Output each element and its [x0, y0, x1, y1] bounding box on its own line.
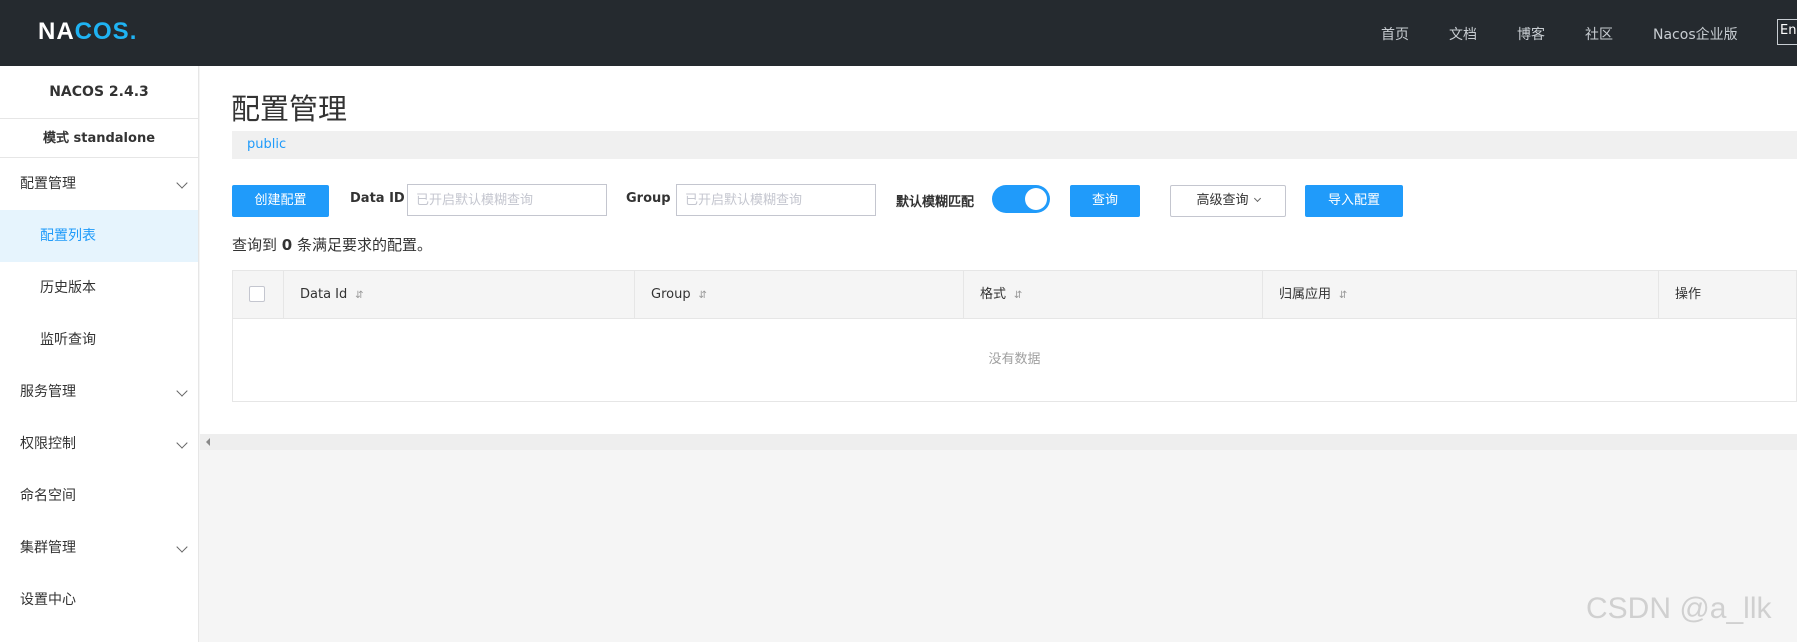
sidebar-item-config-list[interactable]: 配置列表 — [0, 210, 198, 262]
sort-icon[interactable]: ⇵ — [699, 290, 707, 301]
sidebar-item-history[interactable]: 历史版本 — [0, 262, 198, 314]
sort-icon[interactable]: ⇵ — [1014, 290, 1022, 301]
toggle-knob — [1025, 188, 1047, 210]
sidebar-item-service-management[interactable]: 服务管理 — [0, 366, 198, 418]
sidebar: NACOS 2.4.3 模式 standalone 配置管理 配置列表 历史版本… — [0, 66, 199, 642]
group-label: Group — [626, 191, 671, 206]
column-header-label: Data Id — [300, 287, 348, 302]
sidebar-item-access-control[interactable]: 权限控制 — [0, 418, 198, 470]
column-header-app[interactable]: 归属应用 ⇵ — [1262, 271, 1658, 318]
nav-blog[interactable]: 博客 — [1517, 24, 1545, 44]
chevron-down-icon — [176, 385, 188, 397]
column-header-label: 归属应用 — [1279, 287, 1332, 302]
chevron-down-icon — [1253, 194, 1261, 203]
chevron-down-icon — [176, 437, 188, 449]
chevron-down-icon — [176, 541, 188, 553]
result-suffix: 条满足要求的配置。 — [297, 236, 433, 254]
sidebar-item-label: 权限控制 — [20, 436, 76, 452]
logo-dot: . — [129, 18, 138, 45]
sidebar-item-label: 监听查询 — [40, 332, 96, 348]
advanced-query-label: 高级查询 — [1196, 193, 1249, 208]
result-summary: 查询到 0 条满足要求的配置。 — [232, 234, 432, 255]
table-header: Data Id ⇵ Group ⇵ 格式 ⇵ 归属应用 ⇵ 操作 — [233, 271, 1796, 319]
version-label: NACOS 2.4.3 — [0, 66, 198, 119]
scroll-left-arrow-icon[interactable] — [206, 438, 210, 446]
nav-enterprise[interactable]: Nacos企业版 — [1653, 24, 1738, 44]
select-all-checkbox[interactable] — [249, 286, 265, 302]
column-header-label: 格式 — [980, 287, 1007, 302]
namespace-bar: public — [232, 131, 1797, 159]
sidebar-item-label: 配置管理 — [20, 176, 76, 192]
dataid-search-input[interactable] — [407, 184, 607, 216]
sidebar-item-config-management[interactable]: 配置管理 — [0, 158, 198, 210]
group-search-input[interactable] — [676, 184, 876, 216]
result-prefix: 查询到 — [232, 236, 278, 254]
page-title: 配置管理 — [231, 92, 348, 126]
query-button[interactable]: 查询 — [1070, 185, 1140, 217]
advanced-query-button[interactable]: 高级查询 — [1170, 185, 1286, 217]
sidebar-item-label: 服务管理 — [20, 384, 76, 400]
sort-icon[interactable]: ⇵ — [1339, 290, 1347, 301]
sidebar-item-label: 集群管理 — [20, 540, 76, 556]
sidebar-item-namespace[interactable]: 命名空间 — [0, 470, 198, 522]
nav-community[interactable]: 社区 — [1585, 24, 1613, 44]
nacos-logo[interactable]: NACOS. — [38, 18, 137, 46]
namespace-public-link[interactable]: public — [247, 137, 286, 152]
column-header-label: Group — [651, 287, 691, 302]
sidebar-item-label: 命名空间 — [20, 488, 76, 504]
logo-text-1: NA — [38, 18, 75, 45]
horizontal-scrollbar[interactable] — [200, 434, 1797, 450]
fuzzy-match-label: 默认模糊匹配 — [896, 195, 975, 210]
config-table: Data Id ⇵ Group ⇵ 格式 ⇵ 归属应用 ⇵ 操作 没有数据 — [232, 270, 1797, 402]
sidebar-item-cluster-management[interactable]: 集群管理 — [0, 522, 198, 574]
sidebar-item-label: 配置列表 — [40, 228, 96, 244]
empty-state: 没有数据 — [988, 352, 1041, 367]
sidebar-item-label: 历史版本 — [40, 280, 96, 296]
logo-text-2: COS — [74, 18, 130, 45]
column-header-format[interactable]: 格式 ⇵ — [963, 271, 1262, 318]
result-count: 0 — [281, 236, 293, 254]
top-header: NACOS. 首页 文档 博客 社区 Nacos企业版 En — [0, 0, 1797, 66]
sidebar-item-listener-query[interactable]: 监听查询 — [0, 314, 198, 366]
dataid-label: Data ID — [350, 191, 405, 206]
column-header-actions: 操作 — [1658, 271, 1796, 318]
sidebar-item-settings[interactable]: 设置中心 — [0, 574, 198, 626]
fuzzy-match-toggle[interactable] — [992, 185, 1050, 213]
column-header-group[interactable]: Group ⇵ — [634, 271, 963, 318]
column-header-label: 操作 — [1675, 287, 1702, 302]
nav-docs[interactable]: 文档 — [1449, 24, 1477, 44]
sidebar-item-label: 设置中心 — [20, 592, 76, 608]
mode-label: 模式 standalone — [0, 119, 198, 158]
create-config-button[interactable]: 创建配置 — [232, 185, 329, 217]
nav-home[interactable]: 首页 — [1381, 24, 1409, 44]
language-switch-button[interactable]: En — [1777, 19, 1797, 45]
import-config-button[interactable]: 导入配置 — [1305, 185, 1403, 217]
chevron-down-icon — [176, 177, 188, 189]
main-content: 配置管理 public 创建配置 Data ID Group 默认模糊匹配 查询… — [200, 66, 1797, 434]
sort-icon[interactable]: ⇵ — [355, 290, 363, 301]
column-header-dataid[interactable]: Data Id ⇵ — [283, 271, 634, 318]
watermark: CSDN @a_llk — [1586, 592, 1772, 625]
